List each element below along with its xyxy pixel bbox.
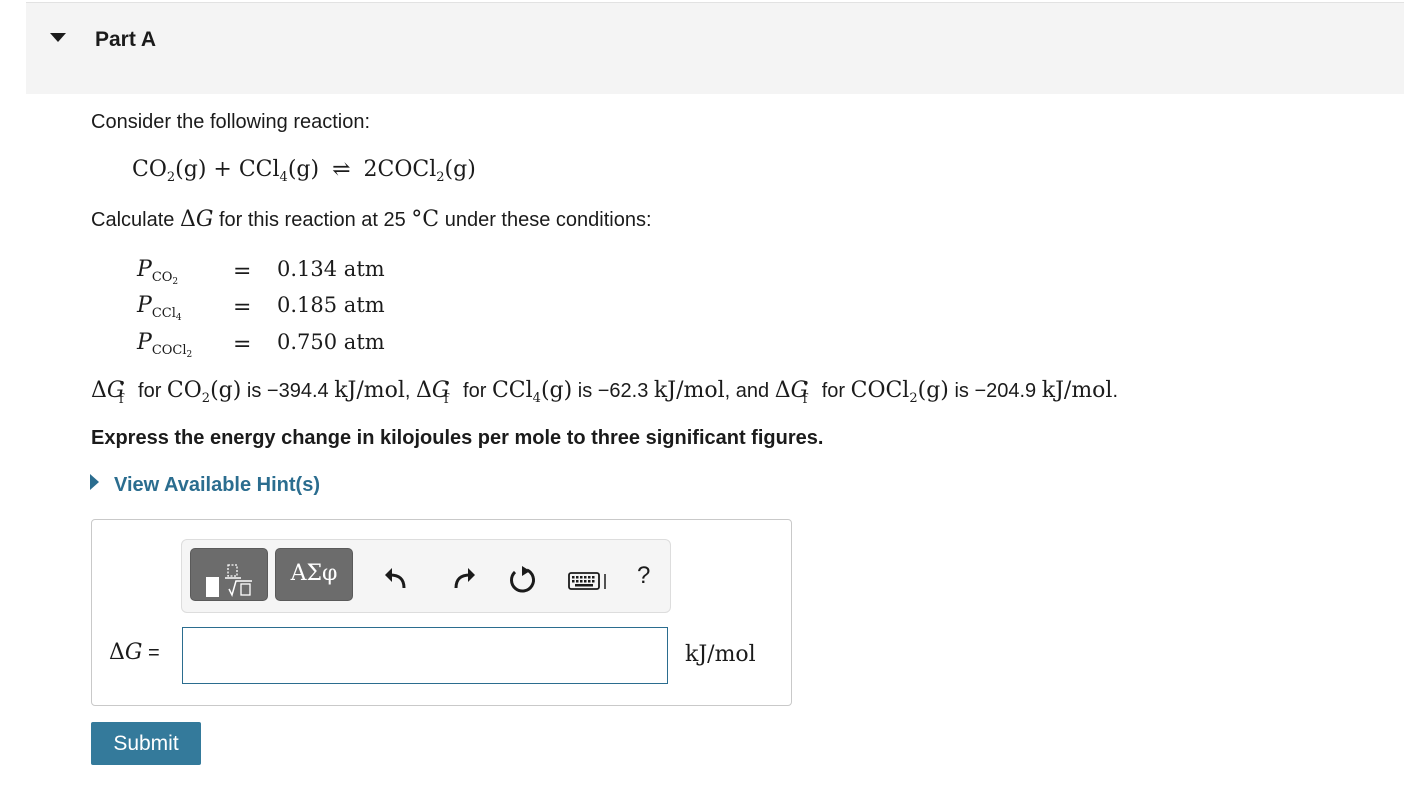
answer-label: ΔG = <box>109 640 160 665</box>
condition-pccl4-equals: = <box>233 295 252 320</box>
redo-button[interactable] <box>448 564 478 594</box>
reactant-ccl4: CCl4(g) <box>238 157 320 185</box>
redo-icon <box>454 568 475 589</box>
view-hints-link[interactable]: View Available Hint(s) <box>90 474 320 497</box>
expand-arrow-icon <box>90 474 99 490</box>
unit-label: kJ/mol <box>685 642 756 667</box>
condition-pco2-equals: = <box>233 259 252 284</box>
question-intro: Consider the following reaction: <box>91 111 371 133</box>
condition-pco2-symbol: PCO2 <box>137 257 179 287</box>
formation-energies: ΔG ∘ f for CO2(g) is −394.4 kJ/mol, ΔG ∘ f f… <box>91 376 1119 407</box>
templates-button[interactable] <box>190 548 268 601</box>
condition-pcocl2-symbol: PCOCl2 <box>137 330 193 360</box>
symbols-button[interactable]: ΑΣφ <box>275 548 353 601</box>
undo-button[interactable] <box>382 564 412 594</box>
undo-icon <box>385 568 406 589</box>
view-hints-label: View Available Hint(s) <box>114 474 320 496</box>
condition-pcocl2-value: 0.750 atm <box>277 330 385 354</box>
reset-icon <box>510 566 535 593</box>
answer-input[interactable] <box>182 627 668 684</box>
answer-box: ΑΣφ ? ΔG = kJ/mol <box>91 519 792 706</box>
condition-pcocl2-equals: = <box>233 332 252 357</box>
part-header[interactable]: Part A <box>26 2 1404 94</box>
condition-pccl4-value: 0.185 atm <box>277 293 385 317</box>
symbols-label: ΑΣφ <box>290 561 338 586</box>
condition-pccl4-symbol: PCCl4 <box>137 293 182 323</box>
plus-sign: + <box>213 157 232 182</box>
condition-pco2-value: 0.134 atm <box>277 257 385 281</box>
submit-button[interactable]: Submit <box>91 722 201 765</box>
product-cocl2: 2COCl2(g) <box>363 157 476 185</box>
fraction-root-templates-icon <box>206 564 252 598</box>
part-title: Part A <box>95 28 157 51</box>
calculate-instruction: Calculate ΔG for this reaction at 25 °C … <box>91 207 652 232</box>
collapse-caret-icon[interactable] <box>50 33 66 42</box>
reset-button[interactable] <box>507 564 537 594</box>
reaction-equation: CO2(g) + CCl4(g) ⇌ 2COCl2(g) <box>132 157 476 185</box>
keyboard-button[interactable] <box>567 564 611 594</box>
reactant-co2: CO2(g) <box>132 157 207 185</box>
help-button[interactable]: ? <box>637 562 657 592</box>
math-toolbar: ΑΣφ ? <box>181 539 671 613</box>
answer-format-instruction: Express the energy change in kilojoules … <box>91 427 824 449</box>
keyboard-icon <box>568 572 606 590</box>
equilibrium-arrow: ⇌ <box>332 157 351 182</box>
